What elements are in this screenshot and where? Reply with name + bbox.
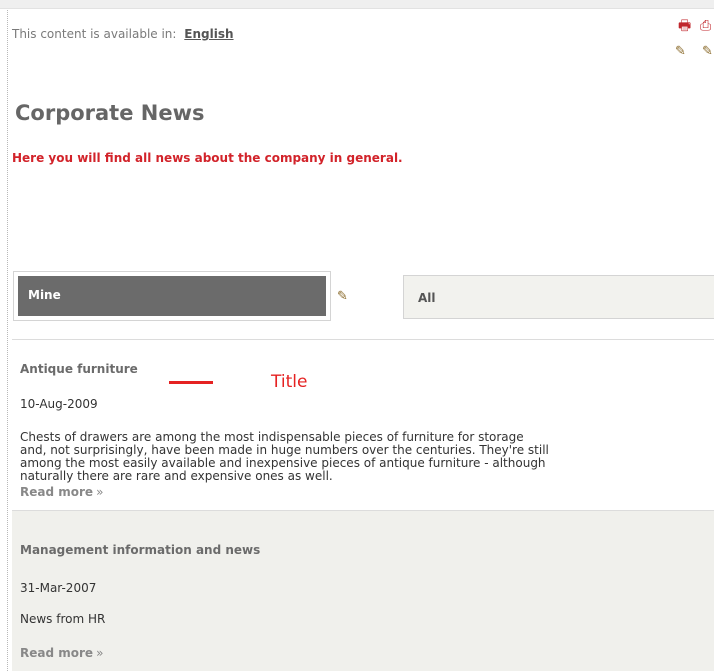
news-body: News from HR [20,612,106,626]
news-date: 10-Aug-2009 [20,397,98,411]
email-page-icon[interactable]: 🖶 [678,19,691,33]
annotation-label: Title [271,372,308,392]
news-title[interactable]: Antique furniture [20,362,138,376]
read-more-link[interactable]: Read more» [20,646,103,660]
edit-tab-icon[interactable]: ✎ [337,289,348,304]
news-body: Chests of drawers are among the most ind… [20,430,549,483]
left-border [7,10,8,671]
tab-mine[interactable]: Mine [13,271,331,321]
top-strip [0,0,714,9]
add-edit-icon[interactable]: ✎ [675,45,686,58]
read-more-label: Read more [20,646,94,660]
read-more-link[interactable]: Read more» [20,485,103,499]
tab-mine-active: Mine [18,276,326,316]
tab-all-label: All [418,291,436,305]
availability-text: This content is available in: English [12,27,234,41]
tab-all[interactable]: All [403,275,714,319]
edit-icon[interactable]: ✎ [702,45,713,58]
news-item: Management information and news 31-Mar-2… [12,511,714,671]
page-title: Corporate News [15,101,205,125]
news-item: Antique furniture 10-Aug-2009 Chests of … [12,340,714,510]
chevron-right-icon: » [96,646,104,660]
chevron-right-icon: » [96,485,104,499]
news-date: 31-Mar-2007 [20,581,97,595]
tab-mine-label: Mine [28,288,61,302]
page-intro: Here you will find all news about the co… [12,151,403,165]
language-link-english[interactable]: English [184,27,233,41]
print-icon[interactable]: ⎙ [700,19,711,33]
availability-label: This content is available in: [12,27,177,41]
news-title[interactable]: Management information and news [20,543,260,557]
read-more-label: Read more [20,485,94,499]
annotation-line [169,381,213,384]
